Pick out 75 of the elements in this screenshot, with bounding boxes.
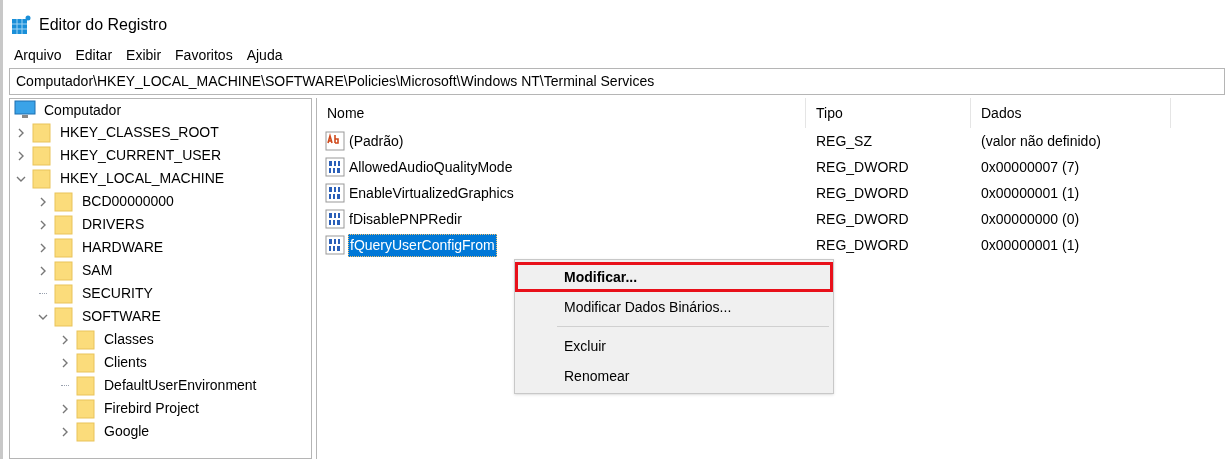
- chevron-right-icon[interactable]: [38, 219, 48, 230]
- binary-value-icon: [325, 209, 345, 229]
- folder-icon: [32, 122, 52, 143]
- menu-item[interactable]: Favoritos: [168, 44, 240, 66]
- tree-item[interactable]: HKEY_LOCAL_MACHINE: [60, 168, 225, 189]
- menu-option[interactable]: Modificar Dados Binários...: [515, 292, 833, 322]
- value-type: REG_DWORD: [815, 183, 910, 203]
- folder-icon: [54, 306, 74, 327]
- tree-item[interactable]: Firebird Project: [104, 398, 199, 419]
- value-name[interactable]: fDisablePNPRedir: [348, 208, 463, 230]
- chevron-right-icon[interactable]: [38, 265, 48, 276]
- value-data: 0x00000001 (1): [980, 183, 1081, 203]
- folder-icon: [76, 398, 96, 419]
- value-name[interactable]: AllowedAudioQualityMode: [348, 156, 514, 178]
- column-header[interactable]: Nome: [317, 98, 806, 128]
- folder-icon: [54, 214, 74, 235]
- folder-icon: [32, 168, 52, 189]
- tree-item[interactable]: SECURITY: [82, 283, 153, 304]
- folder-icon: [76, 375, 96, 396]
- folder-icon: [54, 283, 74, 304]
- binary-value-icon: [325, 157, 345, 177]
- chevron-right-icon[interactable]: [38, 196, 48, 207]
- tree-item[interactable]: SOFTWARE: [82, 306, 161, 327]
- menu-option[interactable]: Renomear: [515, 361, 833, 391]
- value-data: 0x00000007 (7): [980, 157, 1081, 177]
- value-data: 0x00000000 (0): [980, 209, 1081, 229]
- address-bar[interactable]: Computador\HKEY_LOCAL_MACHINE\SOFTWARE\Policies\Microsoft\Windows NT\Terminal Services: [9, 68, 1225, 95]
- folder-icon: [76, 352, 96, 373]
- folder-icon: [76, 421, 96, 442]
- menu-option[interactable]: Excluir: [515, 331, 833, 361]
- tree-item[interactable]: SAM: [82, 260, 113, 281]
- folder-icon: [32, 145, 52, 166]
- tree-item[interactable]: Classes: [104, 329, 154, 350]
- menu-option[interactable]: Modificar...: [515, 262, 833, 292]
- value-data: 0x00000001 (1): [980, 235, 1081, 255]
- string-value-icon: [325, 131, 345, 151]
- menu-item[interactable]: Ajuda: [239, 44, 290, 66]
- chevron-right-icon[interactable]: [60, 334, 70, 345]
- folder-icon: [76, 329, 96, 350]
- window-title: Editor do Registro: [39, 15, 168, 35]
- menu-item[interactable]: Exibir: [119, 44, 169, 66]
- tree-item[interactable]: Computador: [44, 99, 122, 121]
- tree-item[interactable]: HARDWARE: [82, 237, 164, 258]
- tree-item[interactable]: DRIVERS: [82, 214, 145, 235]
- tree-item[interactable]: Google: [104, 421, 150, 442]
- monitor-icon: [14, 100, 36, 120]
- value-type: REG_DWORD: [815, 235, 910, 255]
- chevron-right-icon[interactable]: [16, 150, 26, 161]
- value-type: REG_DWORD: [815, 209, 910, 229]
- column-header[interactable]: Dados: [971, 98, 1171, 128]
- value-name[interactable]: (Padrão): [348, 130, 405, 152]
- tree-item[interactable]: Clients: [104, 352, 147, 373]
- tree-item[interactable]: HKEY_CURRENT_USER: [60, 145, 222, 166]
- value-name[interactable]: fQueryUserConfigFrom: [348, 233, 497, 257]
- folder-icon: [54, 237, 74, 258]
- chevron-right-icon[interactable]: [60, 357, 70, 368]
- chevron-right-icon[interactable]: [60, 403, 70, 414]
- folder-icon: [54, 260, 74, 281]
- tree-item[interactable]: DefaultUserEnvironment: [104, 375, 257, 396]
- binary-value-icon: [325, 183, 345, 203]
- tree-item[interactable]: HKEY_CLASSES_ROOT: [60, 122, 219, 143]
- value-type: REG_SZ: [815, 131, 873, 151]
- chevron-right-icon[interactable]: [16, 127, 26, 138]
- app-icon: [11, 15, 31, 35]
- value-type: REG_DWORD: [815, 157, 910, 177]
- column-header[interactable]: Tipo: [806, 98, 971, 128]
- binary-value-icon: [325, 235, 345, 255]
- chevron-right-icon[interactable]: [38, 242, 48, 253]
- value-name[interactable]: EnableVirtualizedGraphics: [348, 182, 515, 204]
- menu-item[interactable]: Editar: [68, 44, 120, 66]
- menu-item[interactable]: Arquivo: [7, 44, 69, 66]
- folder-icon: [54, 191, 74, 212]
- tree-item[interactable]: BCD00000000: [82, 191, 174, 212]
- value-data: (valor não definido): [980, 131, 1102, 151]
- chevron-right-icon[interactable]: [60, 426, 70, 437]
